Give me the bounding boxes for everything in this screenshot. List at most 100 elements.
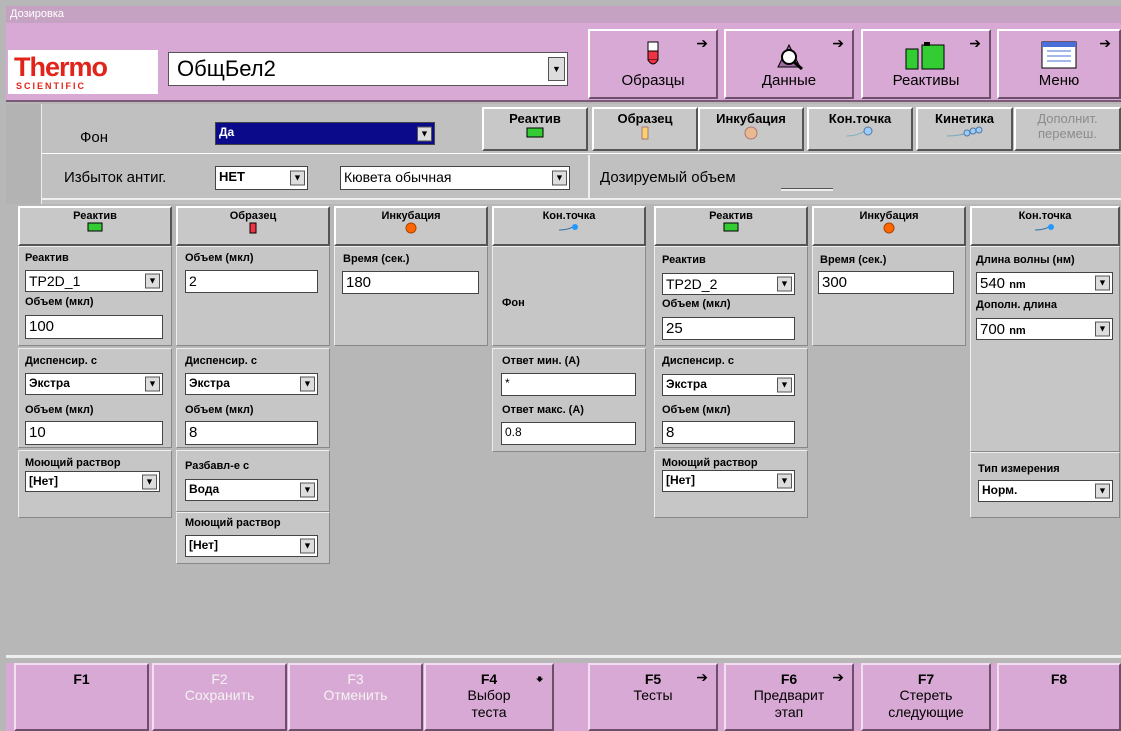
reagent1-wash-select[interactable]: [Нет] ▼ [25, 471, 160, 492]
samples-nav-label: Образцы [621, 72, 685, 89]
col3-title: Инкубация [381, 210, 441, 222]
sample-wash-select[interactable]: [Нет] ▼ [185, 535, 318, 557]
tab-extra-mix-label: Дополнит. [1037, 111, 1098, 126]
incubation1-time-input[interactable]: 180 [342, 271, 479, 294]
reagent2-wash-select[interactable]: [Нет] ▼ [662, 470, 795, 492]
chevron-down-icon[interactable]: ▼ [548, 57, 565, 81]
chevron-down-icon[interactable]: ▼ [1095, 483, 1110, 499]
reagent2-dispense-value: Экстра [666, 377, 707, 391]
tests-button-label: Тесты [633, 687, 673, 703]
reagent-label: Реактив [662, 254, 706, 266]
tab-sample[interactable]: Образец [592, 107, 698, 151]
data-nav-label: Данные [761, 72, 817, 89]
tests-button[interactable]: ➔ F5 Тесты [588, 663, 718, 731]
reagents-nav-button[interactable]: ➔ Реактивы [861, 29, 991, 99]
f2-key-label: F2 [211, 671, 228, 687]
chevron-down-icon[interactable]: ▼ [142, 474, 157, 489]
reagent2-select[interactable]: TP2D_2 ▼ [662, 273, 795, 295]
tab-incubation[interactable]: Инкубация [698, 107, 804, 151]
cancel-button[interactable]: F3 Отменить [288, 663, 423, 731]
measurement-type-value: Норм. [982, 483, 1018, 497]
f1-key-label: F1 [73, 671, 90, 687]
chevron-down-icon[interactable]: ▼ [552, 170, 567, 186]
wash-label: Моющий раствор [25, 457, 121, 469]
dispense-label: Диспенсир. с [25, 355, 97, 367]
cancel-button-label: Отменить [323, 687, 388, 703]
col6-header: Инкубация [812, 206, 966, 246]
incubation2-time-input[interactable]: 300 [818, 271, 954, 294]
reagent2-dispense-volume-input[interactable]: 8 [662, 421, 795, 444]
chevron-down-icon[interactable]: ▼ [777, 276, 792, 292]
reagent1-dispense-select[interactable]: Экстра ▼ [25, 373, 163, 395]
menu-nav-button[interactable]: ➔ Меню [997, 29, 1121, 99]
chevron-down-icon[interactable]: ▼ [777, 473, 792, 489]
left-strip [6, 104, 42, 204]
antigen-excess-value: НЕТ [219, 169, 245, 184]
clear-next-label: Стереть [899, 687, 953, 703]
pre-step-label: Предварит [753, 687, 825, 703]
sample-dilution-select[interactable]: Вода ▼ [185, 479, 318, 501]
arrow-right-icon: ➔ [832, 35, 844, 51]
dilution-label: Разбавл-е с [185, 460, 250, 472]
samples-nav-button[interactable]: ➔ Образцы [588, 29, 718, 99]
volume-label: Объем (мкл) [25, 404, 94, 416]
chevron-down-icon[interactable]: ▼ [145, 273, 160, 289]
chevron-down-icon[interactable]: ▼ [300, 376, 315, 392]
response-max-input[interactable]: 0.8 [501, 422, 636, 445]
reagent1-dispense-volume-input[interactable]: 10 [25, 421, 163, 445]
chevron-down-icon[interactable]: ▼ [290, 170, 305, 186]
volume-label: Объем (мкл) [185, 252, 254, 264]
sample-volume-input[interactable]: 2 [185, 270, 318, 293]
data-nav-button[interactable]: ➔ Данные [724, 29, 854, 99]
select-test-button[interactable]: 🠻 F4 Выбор теста [424, 663, 554, 731]
cuvette-select[interactable]: Кювета обычная ▼ [340, 166, 570, 190]
tab-kinetics[interactable]: Кинетика [916, 107, 1013, 151]
antigen-excess-label: Избыток антиг. [64, 169, 167, 186]
f4-key-label: F4 [480, 671, 498, 687]
tab-reagent[interactable]: Реактив [482, 107, 588, 151]
reagent2-dispense-select[interactable]: Экстра ▼ [662, 374, 795, 396]
volume-label: Объем (мкл) [185, 404, 254, 416]
select-test-label: Выбор [467, 687, 511, 703]
col4-title: Кон.точка [542, 210, 596, 222]
background-select[interactable]: Да ▼ [215, 122, 435, 145]
measurement-type-select[interactable]: Норм. ▼ [978, 480, 1113, 502]
logo-main-text: Thermo [14, 52, 108, 82]
f1-button[interactable]: F1 [14, 663, 149, 731]
reagent-bottle-icon [87, 222, 103, 232]
dispensed-volume-label: Дозируемый объем [600, 169, 736, 186]
secondary-wavelength-select[interactable]: 700 nm ▼ [976, 318, 1113, 340]
select-test-label-2: теста [471, 704, 507, 720]
reagent2-volume-input[interactable]: 25 [662, 317, 795, 340]
chevron-down-icon[interactable]: ▼ [777, 377, 792, 393]
save-button[interactable]: F2 Сохранить [152, 663, 287, 731]
chevron-down-icon[interactable]: ▼ [1095, 275, 1110, 291]
reagent1-volume-input[interactable]: 100 [25, 315, 163, 339]
reagent1-select[interactable]: TP2D_1 ▼ [25, 270, 163, 292]
chevron-down-icon[interactable]: ▼ [145, 376, 160, 392]
pre-step-button[interactable]: ➔ F6 Предварит этап [724, 663, 854, 731]
chevron-down-icon[interactable]: ▼ [417, 126, 432, 141]
col3-header: Инкубация [334, 206, 488, 246]
response-min-input[interactable]: * [501, 373, 636, 396]
test-select[interactable]: ОбщБел2 ▼ [168, 52, 568, 86]
response-max-label: Ответ макс. (А) [502, 404, 584, 416]
clear-next-button[interactable]: F7 Стереть следующие [861, 663, 991, 731]
antigen-excess-select[interactable]: НЕТ ▼ [215, 166, 308, 190]
clock-icon [405, 222, 417, 234]
col2-title: Образец [229, 210, 277, 222]
time-label: Время (сек.) [820, 254, 887, 266]
dispense-label: Диспенсир. с [662, 355, 734, 367]
tab-extra-mix[interactable]: Дополнит. перемеш. [1014, 107, 1121, 151]
tab-endpoint[interactable]: Кон.точка [807, 107, 913, 151]
chevron-down-icon[interactable]: ▼ [1095, 321, 1110, 337]
wavelength-label: Длина волны (нм) [976, 254, 1075, 266]
f8-button[interactable]: F8 [997, 663, 1121, 731]
sample-dispense-volume-input[interactable]: 8 [185, 421, 318, 445]
chevron-down-icon[interactable]: ▼ [300, 538, 315, 554]
wavelength-select[interactable]: 540 nm ▼ [976, 272, 1113, 294]
col4-panel-blank [492, 246, 646, 346]
measurement-type-label: Тип измерения [978, 463, 1060, 475]
chevron-down-icon[interactable]: ▼ [300, 482, 315, 498]
sample-dispense-select[interactable]: Экстра ▼ [185, 373, 318, 395]
